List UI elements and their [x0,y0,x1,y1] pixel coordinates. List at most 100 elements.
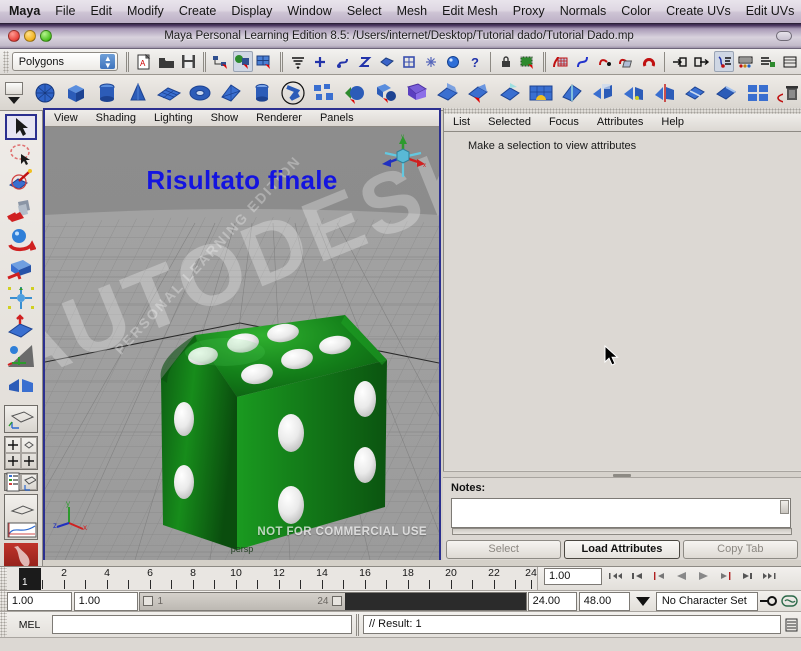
animation-preferences-icon[interactable] [779,592,801,611]
menu-item-edit-mesh[interactable]: Edit Mesh [435,0,506,23]
auto-keyframe-icon[interactable] [758,592,780,611]
poly-prism-icon[interactable] [215,77,246,109]
close-window-icon[interactable] [8,30,20,42]
script-editor-icon[interactable] [781,614,801,636]
poly-smooth-icon[interactable] [370,77,401,109]
rotate-tool[interactable] [5,226,37,254]
ae-menu-focus[interactable]: Focus [540,114,588,131]
poly-triangulate-icon[interactable] [401,77,432,109]
render-settings-icon[interactable] [780,51,800,72]
poly-extrude-face-icon[interactable] [432,77,463,109]
dynamics-mask-icon[interactable] [421,51,441,72]
viewport-canvas[interactable]: AUTODESK PERSONAL LEARNING EDITION Risul… [45,127,439,560]
menu-item-proxy[interactable]: Proxy [505,0,552,23]
snap-to-point-icon[interactable] [595,51,615,72]
menu-item-edit[interactable]: Edit [83,0,120,23]
notes-horizontal-scrollbar[interactable] [452,528,792,535]
rendering-mask-icon[interactable] [443,51,463,72]
menu-item-color[interactable]: Color [614,0,659,23]
ae-menu-list[interactable]: List [444,114,479,131]
poly-offset-edge-loop-icon[interactable] [711,77,742,109]
deformation-mask-icon[interactable] [399,51,419,72]
snap-to-grid-icon[interactable] [551,51,571,72]
menu-set-selector[interactable]: Polygons ▲ ▼ [11,52,119,71]
current-time-field[interactable]: 1.00 [544,567,602,585]
shelf-tab-control[interactable] [2,77,26,109]
persp-graph-layout[interactable] [4,494,38,540]
shelf-trash-icon[interactable] [783,78,801,108]
snap-to-curve-icon[interactable] [573,51,593,72]
notes-input[interactable] [451,498,792,535]
poly-pipe-icon[interactable] [246,77,277,109]
command-line-grip[interactable] [0,611,7,638]
view-axis-gnomon[interactable]: y x [377,133,429,186]
poly-split-polygon-icon[interactable] [618,77,649,109]
input-connections-icon[interactable] [670,51,690,72]
load-attributes-button[interactable]: Load Attributes [564,539,680,559]
poly-cube-icon[interactable] [60,77,91,109]
go-to-end-icon[interactable] [761,567,778,585]
ipr-render-icon[interactable] [758,51,778,72]
menu-item-display[interactable]: Display [224,0,280,23]
step-forward-keyframe-icon[interactable] [739,567,756,585]
attribute-editor-splitter[interactable] [443,471,801,478]
ae-menu-selected[interactable]: Selected [479,114,540,131]
construction-history-icon[interactable] [713,51,734,72]
range-slider-bar[interactable]: 1 24 [139,591,527,611]
poly-plane-icon[interactable] [153,77,184,109]
soft-modification-tool[interactable] [5,313,37,341]
poly-bridge-icon[interactable] [525,77,556,109]
current-frame-marker[interactable]: 1 [19,568,41,590]
animation-end-time-field[interactable]: 48.00 [578,591,630,611]
select-button[interactable]: Select [446,539,562,559]
range-slider-handle-region[interactable]: 1 24 [140,592,346,610]
poly-insert-edge-loop-icon[interactable] [680,77,711,109]
command-language-label[interactable]: MEL [7,619,52,631]
viewport-menu-view[interactable]: View [45,110,87,126]
poly-helix-icon[interactable] [277,77,308,109]
menu-item-edit-uvs[interactable]: Edit UVs [738,0,801,23]
poly-cut-faces-icon[interactable] [649,77,680,109]
viewport-menu-renderer[interactable]: Renderer [247,110,311,126]
menu-item-mesh[interactable]: Mesh [389,0,435,23]
poly-booleans-icon[interactable] [339,77,370,109]
poly-append-icon[interactable] [556,77,587,109]
viewport-menu-shading[interactable]: Shading [87,110,145,126]
menu-item-window[interactable]: Window [280,0,339,23]
poly-merge-vertex-icon[interactable] [742,77,773,109]
snap-to-magnet-icon[interactable] [639,51,659,72]
range-end-time-field[interactable]: 24.00 [527,591,577,611]
play-backwards-icon[interactable] [673,567,690,585]
step-back-frame-icon[interactable] [651,567,668,585]
range-slider-grip[interactable] [0,590,7,612]
misc-mask-icon[interactable]: ? [465,51,485,72]
menu-item-create-uvs[interactable]: Create UVs [659,0,739,23]
single-perspective-layout[interactable] [4,405,38,433]
window-title-bar[interactable]: Maya Personal Learning Edition 8.5: /Use… [0,24,801,49]
outliner-persp-layout[interactable] [4,472,38,492]
go-to-start-icon[interactable] [607,567,624,585]
poly-cylinder-icon[interactable] [91,77,122,109]
poly-sphere-icon[interactable] [29,77,60,109]
step-back-keyframe-icon[interactable] [629,567,646,585]
menu-item-create[interactable]: Create [171,0,224,23]
toggle-toolbar-icon[interactable] [776,31,792,41]
animation-start-time-field[interactable]: 1.00 [6,591,72,611]
lasso-tool[interactable] [5,141,37,167]
range-start-handle[interactable] [143,596,154,606]
step-forward-frame-icon[interactable] [717,567,734,585]
snap-to-view-plane-icon[interactable] [617,51,637,72]
surfaces-mask-icon[interactable] [377,51,397,72]
ae-menu-attributes[interactable]: Attributes [588,114,652,131]
scale-tool[interactable] [5,255,37,283]
command-input-field[interactable] [52,615,352,634]
shelf-dropdown-icon[interactable] [8,96,20,104]
select-tool[interactable] [5,114,37,140]
highlight-selection-icon[interactable] [518,51,538,72]
select-by-hierarchy-icon[interactable] [211,51,231,72]
notes-vertical-scrollbar[interactable] [780,500,789,514]
poly-torus-icon[interactable] [184,77,215,109]
play-forwards-icon[interactable] [695,567,712,585]
status-line-grip[interactable] [3,50,9,73]
viewport-menu-lighting[interactable]: Lighting [145,110,202,126]
